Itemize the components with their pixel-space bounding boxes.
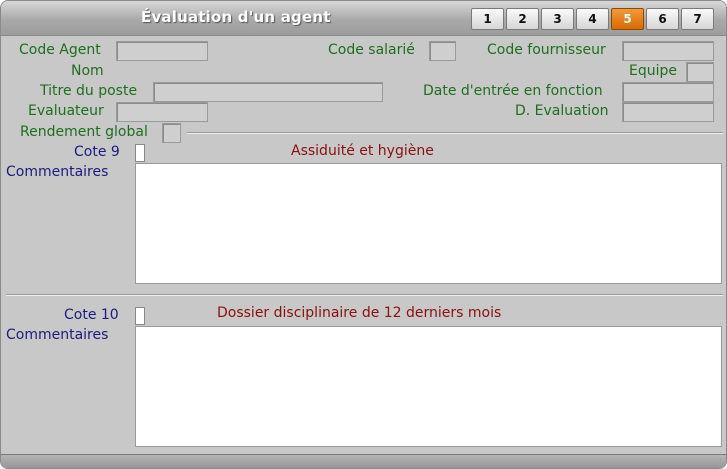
code-fournisseur-field[interactable] (622, 41, 714, 61)
commentaires-1-label: Commentaires (6, 164, 109, 180)
status-bar (1, 454, 726, 468)
equipe-field[interactable] (686, 62, 714, 82)
cote-9-input[interactable] (135, 144, 145, 162)
tab-1[interactable]: 1 (471, 8, 504, 30)
title-bar: Évaluation d'un agent 1 2 3 4 5 6 7 (1, 1, 726, 36)
evaluateur-label: Evaluateur (28, 103, 104, 119)
cote-10-input[interactable] (135, 307, 145, 325)
rendement-global-field[interactable] (162, 123, 181, 143)
date-entree-field[interactable] (622, 82, 714, 102)
code-fournisseur-label: Code fournisseur (487, 42, 606, 58)
tab-3[interactable]: 3 (541, 8, 574, 30)
d-evaluation-label: D. Evaluation (515, 103, 609, 119)
section-2-title: Dossier disciplinaire de 12 derniers moi… (217, 305, 502, 321)
code-agent-field[interactable] (116, 41, 208, 61)
evaluateur-field[interactable] (116, 102, 208, 122)
code-salarie-label: Code salarié (328, 42, 415, 58)
code-salarie-field[interactable] (429, 41, 456, 61)
tab-2[interactable]: 2 (506, 8, 539, 30)
tab-6[interactable]: 6 (646, 8, 679, 30)
tab-7[interactable]: 7 (681, 8, 714, 30)
date-entree-label: Date d'entrée en fonction (423, 83, 603, 99)
code-agent-label: Code Agent (19, 42, 101, 58)
commentaires-2-textarea[interactable] (135, 326, 722, 447)
d-evaluation-field[interactable] (622, 102, 714, 122)
section-1-title: Assiduité et hygiène (291, 143, 434, 159)
commentaires-2-label: Commentaires (6, 327, 109, 343)
nom-label: Nom (71, 63, 104, 79)
titre-poste-label: Titre du poste (40, 83, 138, 99)
section-divider (6, 294, 723, 296)
commentaires-1-textarea[interactable] (135, 163, 722, 284)
evaluation-window: Évaluation d'un agent 1 2 3 4 5 6 7 Code… (0, 0, 727, 469)
window-title: Évaluation d'un agent (141, 8, 331, 26)
cote-10-label: Cote 10 (64, 307, 119, 323)
header-divider (187, 132, 723, 134)
tab-5[interactable]: 5 (611, 8, 644, 30)
titre-poste-field[interactable] (153, 82, 383, 102)
rendement-global-label: Rendement global (20, 124, 148, 140)
cote-9-label: Cote 9 (74, 144, 120, 160)
equipe-label: Equipe (629, 63, 677, 79)
tab-4[interactable]: 4 (576, 8, 609, 30)
